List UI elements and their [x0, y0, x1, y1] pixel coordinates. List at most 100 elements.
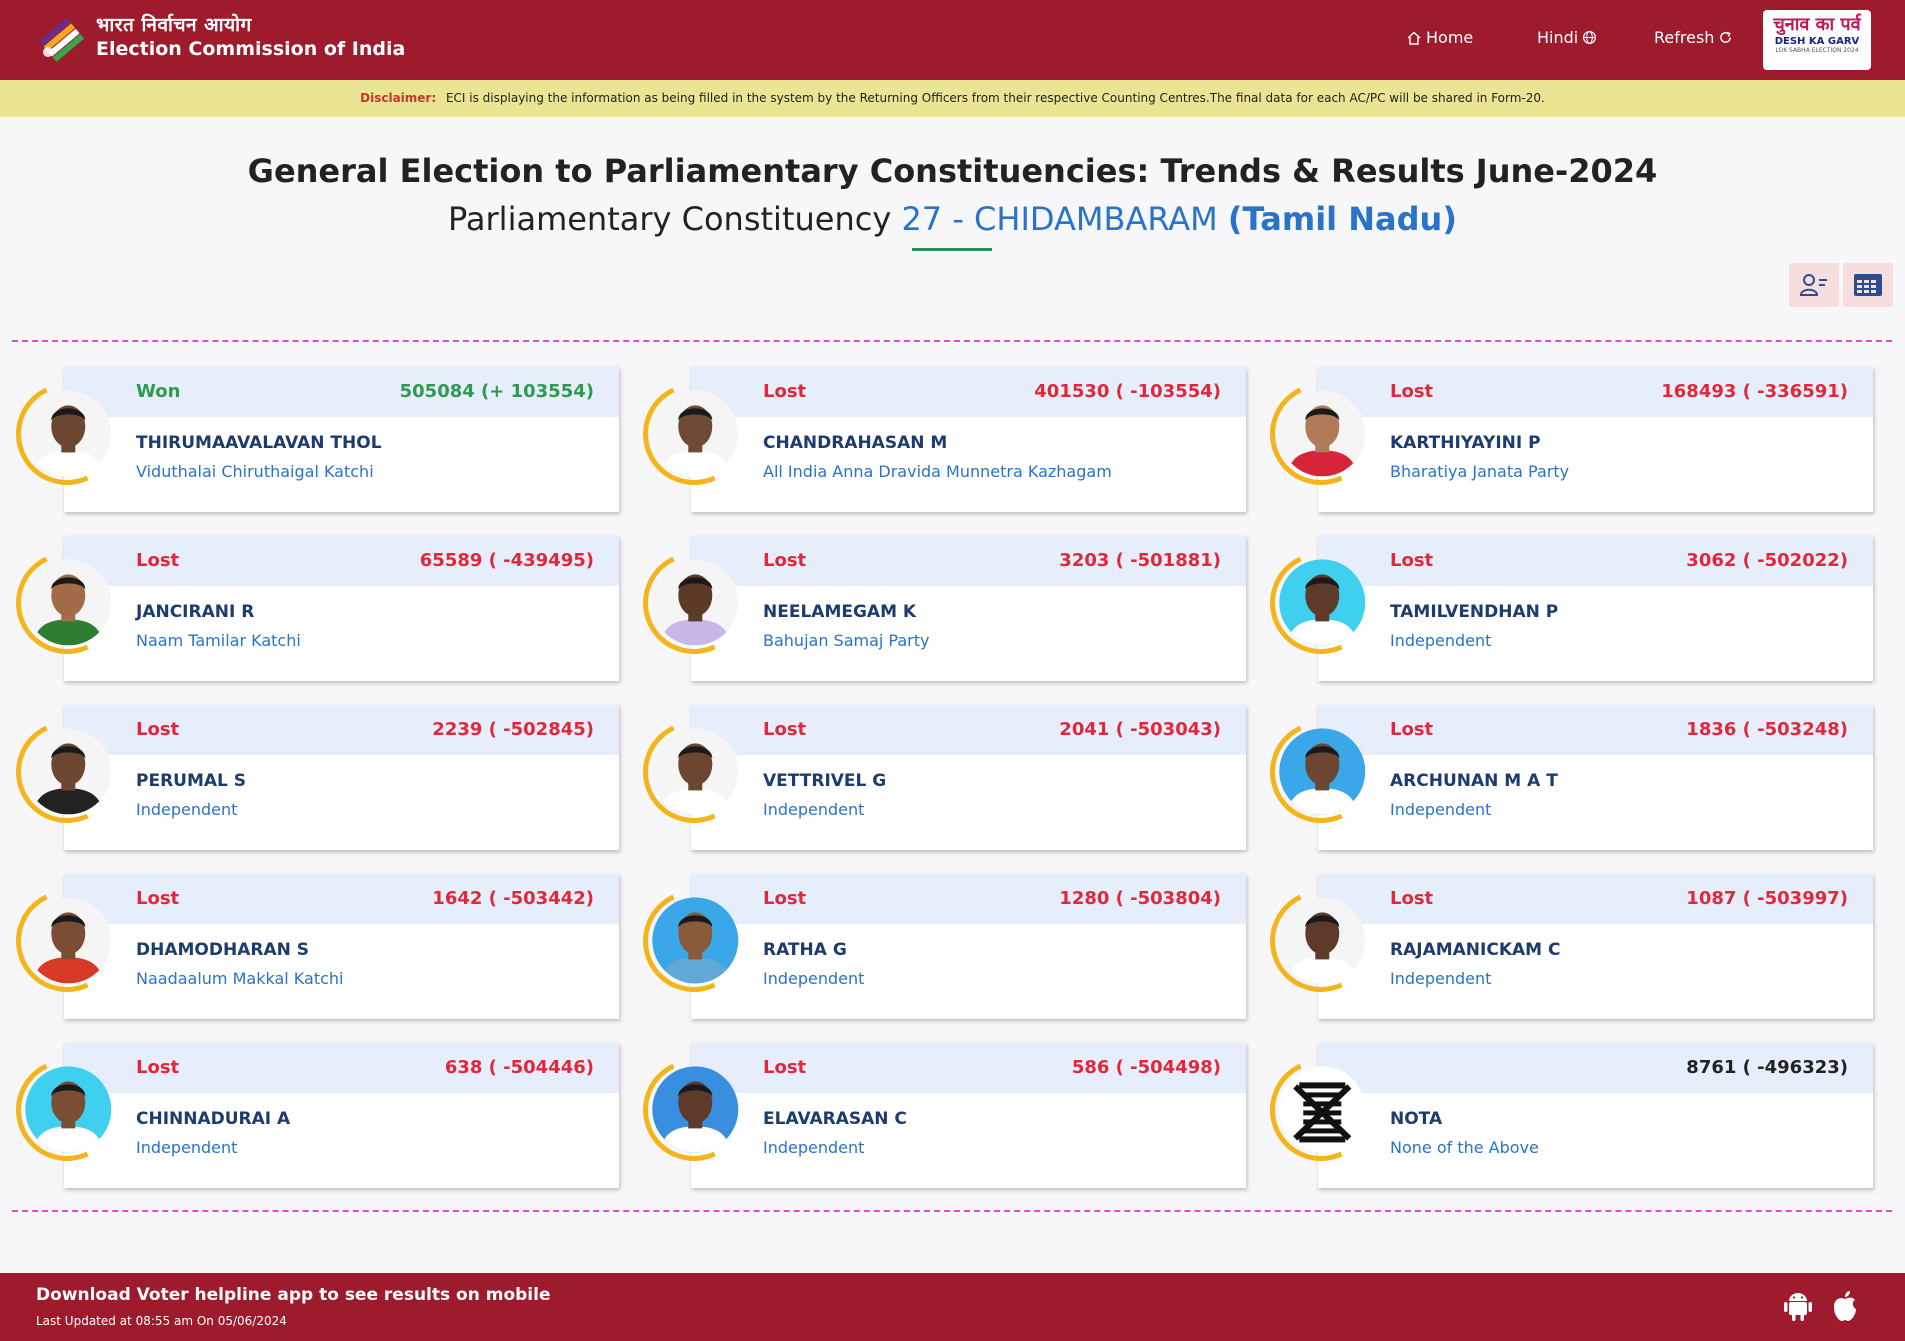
- party-name: Independent: [1390, 969, 1492, 988]
- refresh-icon: [1720, 31, 1732, 43]
- vote-count: 2041 ( -503043): [1059, 719, 1221, 740]
- vote-count: 638 ( -504446): [444, 1057, 594, 1078]
- candidate-card[interactable]: Lost 2041 ( -503043) VETTRIVEL G Independen…: [691, 705, 1246, 850]
- candidate-name: KARTHIYAYINI P: [1390, 433, 1541, 453]
- candidate-view-button[interactable]: [1789, 263, 1839, 307]
- top-header: भारत निर्वाचन आयोग Election Commission o…: [0, 0, 1905, 80]
- user-list-icon: [1799, 274, 1827, 296]
- eci-brand[interactable]: भारत निर्वाचन आयोग Election Commission o…: [34, 12, 405, 64]
- person-silhouette-icon: [660, 1081, 731, 1153]
- party-name: Independent: [1390, 800, 1492, 819]
- candidate-name: DHAMODHARAN S: [136, 940, 309, 960]
- footer-bar: Download Voter helpline app to see resul…: [0, 1273, 1905, 1341]
- candidate-card[interactable]: 8761 ( -496323) NOTA None of the Above: [1318, 1043, 1873, 1188]
- android-icon[interactable]: [1782, 1289, 1814, 1323]
- candidate-card[interactable]: Lost 3062 ( -502022) TAMILVENDHAN P Indepen…: [1318, 536, 1873, 681]
- candidate-card[interactable]: Lost 1642 ( -503442) DHAMODHARAN S Naadaalu…: [64, 874, 619, 1019]
- party-name: Independent: [136, 800, 238, 819]
- logo-english-text: DESH KA GARV: [1774, 36, 1860, 47]
- constituency-name: 27 - CHIDAMBARAM: [901, 200, 1218, 238]
- candidate-name: NEELAMEGAM K: [763, 602, 917, 622]
- party-name: Independent: [136, 1138, 238, 1157]
- nav-home-link[interactable]: Home: [1406, 28, 1473, 47]
- result-status: Lost: [136, 1057, 180, 1078]
- nota-icon: [1293, 1082, 1352, 1143]
- result-status: Lost: [763, 719, 807, 740]
- apple-icon[interactable]: [1830, 1289, 1862, 1323]
- party-name: Bharatiya Janata Party: [1390, 462, 1570, 481]
- bottom-divider: [12, 1210, 1892, 1212]
- vote-count: 1087 ( -503997): [1686, 888, 1848, 909]
- title-underline: [912, 248, 992, 251]
- page-title: General Election to Parliamentary Consti…: [247, 152, 1658, 190]
- candidate-card[interactable]: Lost 586 ( -504498) ELAVARASAN C Independen…: [691, 1043, 1246, 1188]
- candidate-card[interactable]: Lost 1087 ( -503997) RAJAMANICKAM C Indepen…: [1318, 874, 1873, 1019]
- table-view-button[interactable]: [1843, 263, 1893, 307]
- brand-english-name: Election Commission of India: [96, 38, 406, 60]
- brand-hindi-name: भारत निर्वाचन आयोग: [96, 14, 252, 37]
- result-status: Lost: [1390, 550, 1434, 571]
- result-status: Won: [136, 381, 181, 402]
- vote-count: 1836 ( -503248): [1686, 719, 1848, 740]
- vote-count: 1642 ( -503442): [432, 888, 594, 909]
- candidate-name: TAMILVENDHAN P: [1390, 602, 1559, 622]
- result-status: Lost: [136, 888, 180, 909]
- home-icon: [1407, 31, 1421, 45]
- candidate-name: CHINNADURAI A: [136, 1109, 291, 1129]
- vote-count: 586 ( -504498): [1071, 1057, 1221, 1078]
- table-grid-icon: [1854, 274, 1882, 296]
- candidate-card[interactable]: Lost 1280 ( -503804) RATHA G Independent: [691, 874, 1246, 1019]
- person-silhouette-icon: [1287, 912, 1358, 984]
- person-silhouette-icon: [660, 912, 731, 984]
- eci-logo-icon: [34, 12, 86, 64]
- nav-refresh-link[interactable]: Refresh: [1654, 28, 1733, 47]
- disclaimer-bar: Disclaimer: ECI is displaying the inform…: [0, 80, 1905, 117]
- vote-count: 168493 ( -336591): [1661, 381, 1848, 402]
- candidate-card[interactable]: Lost 3203 ( -501881) NEELAMEGAM K Bahujan S…: [691, 536, 1246, 681]
- person-silhouette-icon: [660, 405, 731, 477]
- download-app-text: Download Voter helpline app to see resul…: [36, 1285, 551, 1305]
- person-silhouette-icon: [33, 743, 104, 815]
- candidate-card[interactable]: Won 505084 (+ 103554) THIRUMAAVALAVAN THOL…: [64, 367, 619, 512]
- party-name: All India Anna Dravida Munnetra Kazhagam: [763, 462, 1112, 481]
- logo-sub-text: LOK SABHA ELECTION 2024: [1775, 47, 1859, 54]
- vote-count: 2239 ( -502845): [432, 719, 594, 740]
- party-name: None of the Above: [1390, 1138, 1539, 1157]
- person-silhouette-icon: [33, 912, 104, 984]
- person-silhouette-icon: [1287, 574, 1358, 646]
- nav-refresh-label: Refresh: [1654, 28, 1715, 47]
- result-status: Lost: [136, 719, 180, 740]
- result-status: Lost: [1390, 719, 1434, 740]
- candidate-card[interactable]: Lost 65589 ( -439495) JANCIRANI R Naam Tami…: [64, 536, 619, 681]
- person-silhouette-icon: [660, 574, 731, 646]
- candidate-card[interactable]: Lost 168493 ( -336591) KARTHIYAYINI P Bhara…: [1318, 367, 1873, 512]
- candidate-name: ARCHUNAN M A T: [1390, 771, 1558, 791]
- subtitle-prefix: Parliamentary Constituency: [448, 200, 892, 238]
- person-silhouette-icon: [33, 574, 104, 646]
- result-status: Lost: [763, 381, 807, 402]
- nav-hindi-link[interactable]: Hindi: [1537, 28, 1597, 47]
- chunav-ka-parv-logo: चुनाव का पर्व DESH KA GARV LOK SABHA ELE…: [1763, 10, 1871, 70]
- candidate-card[interactable]: Lost 401530 ( -103554) CHANDRAHASAN M All I…: [691, 367, 1246, 512]
- state-name: (Tamil Nadu): [1227, 200, 1457, 238]
- candidate-card[interactable]: Lost 638 ( -504446) CHINNADURAI A Independe…: [64, 1043, 619, 1188]
- candidate-name: CHANDRAHASAN M: [763, 433, 948, 453]
- party-name: Independent: [1390, 631, 1492, 650]
- party-name: Viduthalai Chiruthaigal Katchi: [136, 462, 374, 481]
- person-silhouette-icon: [33, 1081, 104, 1153]
- candidate-name: PERUMAL S: [136, 771, 247, 791]
- candidate-card[interactable]: Lost 1836 ( -503248) ARCHUNAN M A T Indepen…: [1318, 705, 1873, 850]
- top-divider: [12, 340, 1892, 342]
- vote-count: 8761 ( -496323): [1686, 1057, 1848, 1078]
- disclaimer-label: Disclaimer:: [360, 91, 437, 105]
- logo-hindi-text: चुनाव का पर्व: [1773, 14, 1861, 35]
- result-status: Lost: [763, 1057, 807, 1078]
- nav-home-label: Home: [1426, 28, 1474, 47]
- result-status: Lost: [763, 888, 807, 909]
- candidate-name: THIRUMAAVALAVAN THOL: [136, 433, 382, 453]
- candidate-name: ELAVARASAN C: [763, 1109, 907, 1129]
- candidate-name: VETTRIVEL G: [763, 771, 887, 791]
- candidate-card[interactable]: Lost 2239 ( -502845) PERUMAL S Independent: [64, 705, 619, 850]
- candidate-name: NOTA: [1390, 1109, 1443, 1129]
- vote-count: 401530 ( -103554): [1034, 381, 1221, 402]
